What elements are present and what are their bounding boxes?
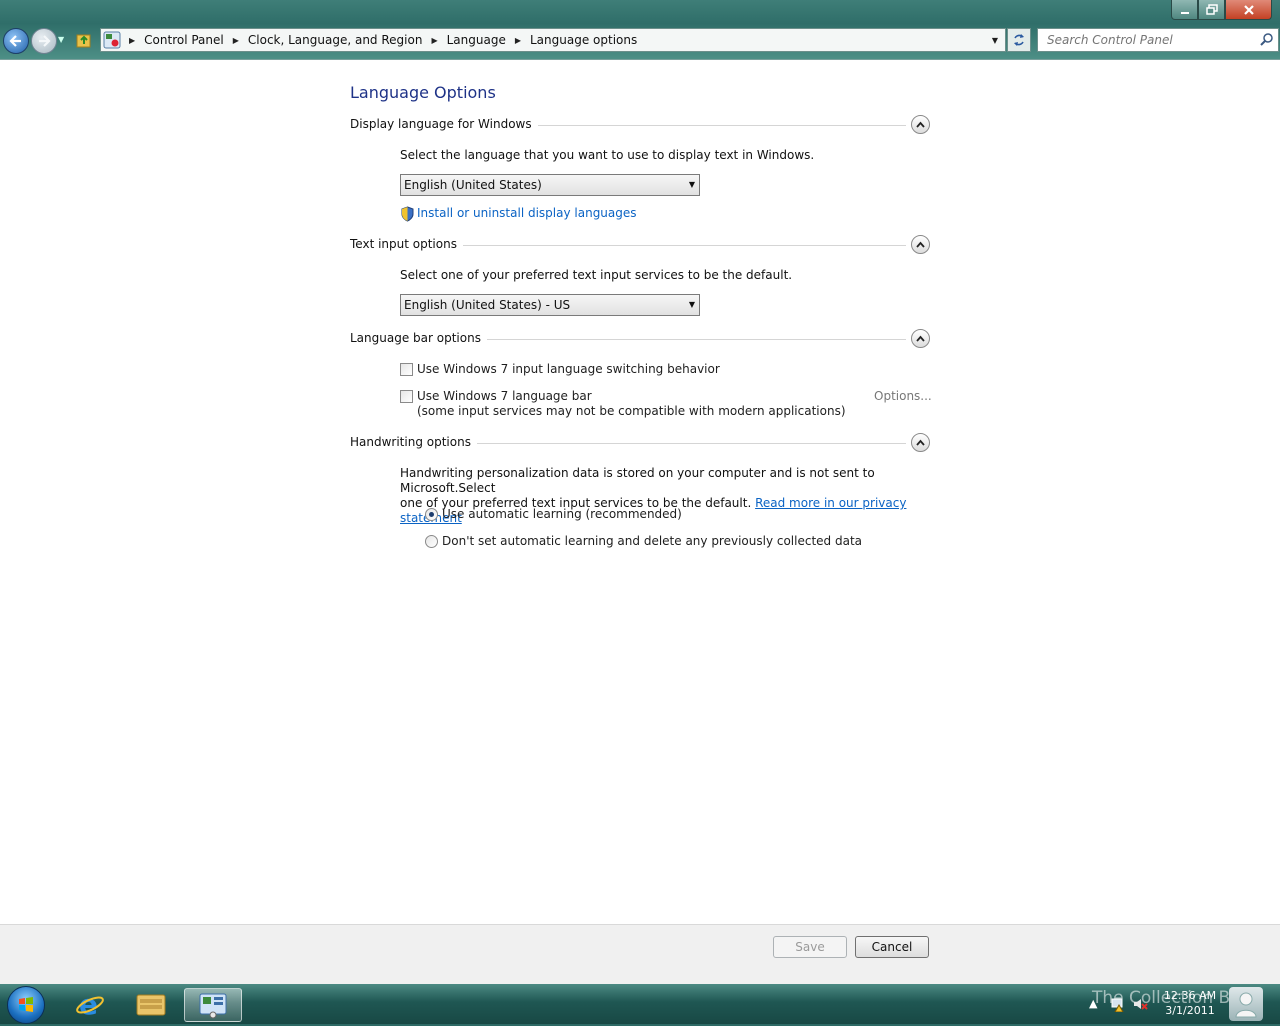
collapse-button[interactable] [911,433,930,452]
auto-learning-row[interactable]: Use automatic learning (recommended) [425,507,682,521]
handwriting-description-line1: Handwriting personalization data is stor… [400,466,875,495]
save-button[interactable]: Save [773,936,847,958]
collapse-button[interactable] [911,115,930,134]
language-bar-checkbox[interactable] [400,390,413,403]
close-button[interactable] [1225,0,1272,20]
search-input[interactable] [1045,32,1255,48]
section-language-bar: Language bar options [350,329,930,351]
refresh-button[interactable] [1007,28,1031,52]
window-controls [1171,0,1272,20]
auto-learning-radio[interactable] [425,508,438,521]
display-language-description: Select the language that you want to use… [400,148,815,162]
switching-behavior-checkbox[interactable] [400,363,413,376]
section-text-input: Text input options [350,235,930,257]
text-input-description: Select one of your preferred text input … [400,268,793,282]
user-avatar[interactable] [1229,987,1263,1021]
breadcrumb-control-panel[interactable]: Control Panel [144,33,224,47]
windows-logo-icon [19,997,33,1012]
breadcrumb-clock-language-region[interactable]: Clock, Language, and Region [248,33,423,47]
folder-icon [136,994,166,1016]
text-input-select[interactable]: English (United States) - US ▼ [400,294,700,316]
control-panel-icon [103,31,121,49]
start-button[interactable] [7,986,45,1024]
breadcrumb-language-options[interactable]: Language options [530,33,637,47]
section-handwriting: Handwriting options [350,433,930,455]
internet-explorer-icon: e [76,989,104,1019]
language-bar-row[interactable]: Use Windows 7 language bar (some input s… [400,389,846,418]
install-languages-row: Install or uninstall display languages [400,206,637,222]
dropdown-arrow-icon: ▼ [688,300,695,309]
collapse-button[interactable] [911,329,930,348]
taskbar: e The Collection Book ▲ 12:36 AM 3/1/201… [0,984,1280,1024]
dialog-button-bar: Save Cancel [0,924,1280,985]
breadcrumb-separator-icon: ▶ [129,35,136,45]
display-language-value: English (United States) [404,178,542,192]
switching-behavior-label[interactable]: Use Windows 7 input language switching b… [417,362,720,376]
control-panel-icon [199,993,227,1019]
section-heading: Handwriting options [350,435,477,449]
section-heading: Display language for Windows [350,117,538,131]
breadcrumb-separator-icon[interactable]: ▶ [515,36,521,45]
restore-button[interactable] [1198,0,1225,20]
clock-date: 3/1/2011 [1165,1004,1215,1017]
language-bar-label[interactable]: Use Windows 7 language bar [417,389,846,403]
text-input-value: English (United States) - US [404,298,571,312]
chevron-up-icon [916,335,925,342]
back-arrow-icon [9,35,21,47]
refresh-icon [1014,34,1024,46]
minimize-icon [1180,11,1189,14]
section-display-language: Display language for Windows [350,115,930,137]
system-clock[interactable]: 12:36 AM 3/1/2011 [1160,988,1220,1018]
folder-up-icon[interactable] [76,31,92,49]
restore-icon [1205,4,1218,15]
no-learning-label[interactable]: Don't set automatic learning and delete … [442,534,862,548]
search-icon[interactable] [1260,32,1274,46]
user-icon [1235,992,1257,1018]
minimize-button[interactable] [1171,0,1198,20]
chevron-up-icon [916,439,925,446]
breadcrumb-separator-icon[interactable]: ▶ [431,36,437,45]
install-languages-link[interactable]: Install or uninstall display languages [417,206,637,220]
forward-arrow-icon [39,35,51,47]
breadcrumb-separator-icon[interactable]: ▶ [233,36,239,45]
no-learning-row[interactable]: Don't set automatic learning and delete … [425,534,862,548]
address-bar[interactable]: ▶ Control Panel ▶ Clock, Language, and R… [100,28,1006,52]
taskbar-control-panel[interactable] [184,988,242,1022]
breadcrumb-language[interactable]: Language [447,33,506,47]
close-icon [1243,4,1254,15]
language-bar-options-link: Options... [874,389,932,403]
window-titlebar: ▼ ▶ Control Panel ▶ Clock, Language, and… [0,0,1280,59]
radio-selected-dot [429,512,434,517]
content-pane: Language Options Display language for Wi… [0,59,1280,925]
taskbar-internet-explorer[interactable]: e [70,988,110,1020]
language-bar-note: (some input services may not be compatib… [417,404,846,418]
back-button[interactable] [3,28,29,54]
switching-behavior-row[interactable]: Use Windows 7 input language switching b… [400,362,720,376]
address-history-dropdown[interactable]: ▼ [987,29,1003,51]
network-warning-icon[interactable] [1110,996,1126,1012]
chevron-up-icon [916,121,925,128]
uac-shield-icon [401,206,414,222]
auto-learning-label[interactable]: Use automatic learning (recommended) [442,507,682,521]
search-box[interactable] [1037,28,1279,52]
page-title: Language Options [350,83,496,102]
section-heading: Text input options [350,237,463,251]
show-hidden-icons-icon[interactable]: ▲ [1089,997,1097,1010]
cancel-button[interactable]: Cancel [855,936,929,958]
forward-button[interactable] [31,28,57,54]
display-language-select[interactable]: English (United States) ▼ [400,174,700,196]
section-heading: Language bar options [350,331,487,345]
dropdown-arrow-icon: ▼ [688,180,695,189]
volume-muted-icon[interactable] [1132,996,1148,1012]
clock-time: 12:36 AM [1163,989,1217,1002]
no-learning-radio[interactable] [425,535,438,548]
recent-pages-dropdown[interactable]: ▼ [58,35,64,44]
collapse-button[interactable] [911,235,930,254]
chevron-up-icon [916,241,925,248]
taskbar-file-explorer[interactable] [131,988,171,1020]
